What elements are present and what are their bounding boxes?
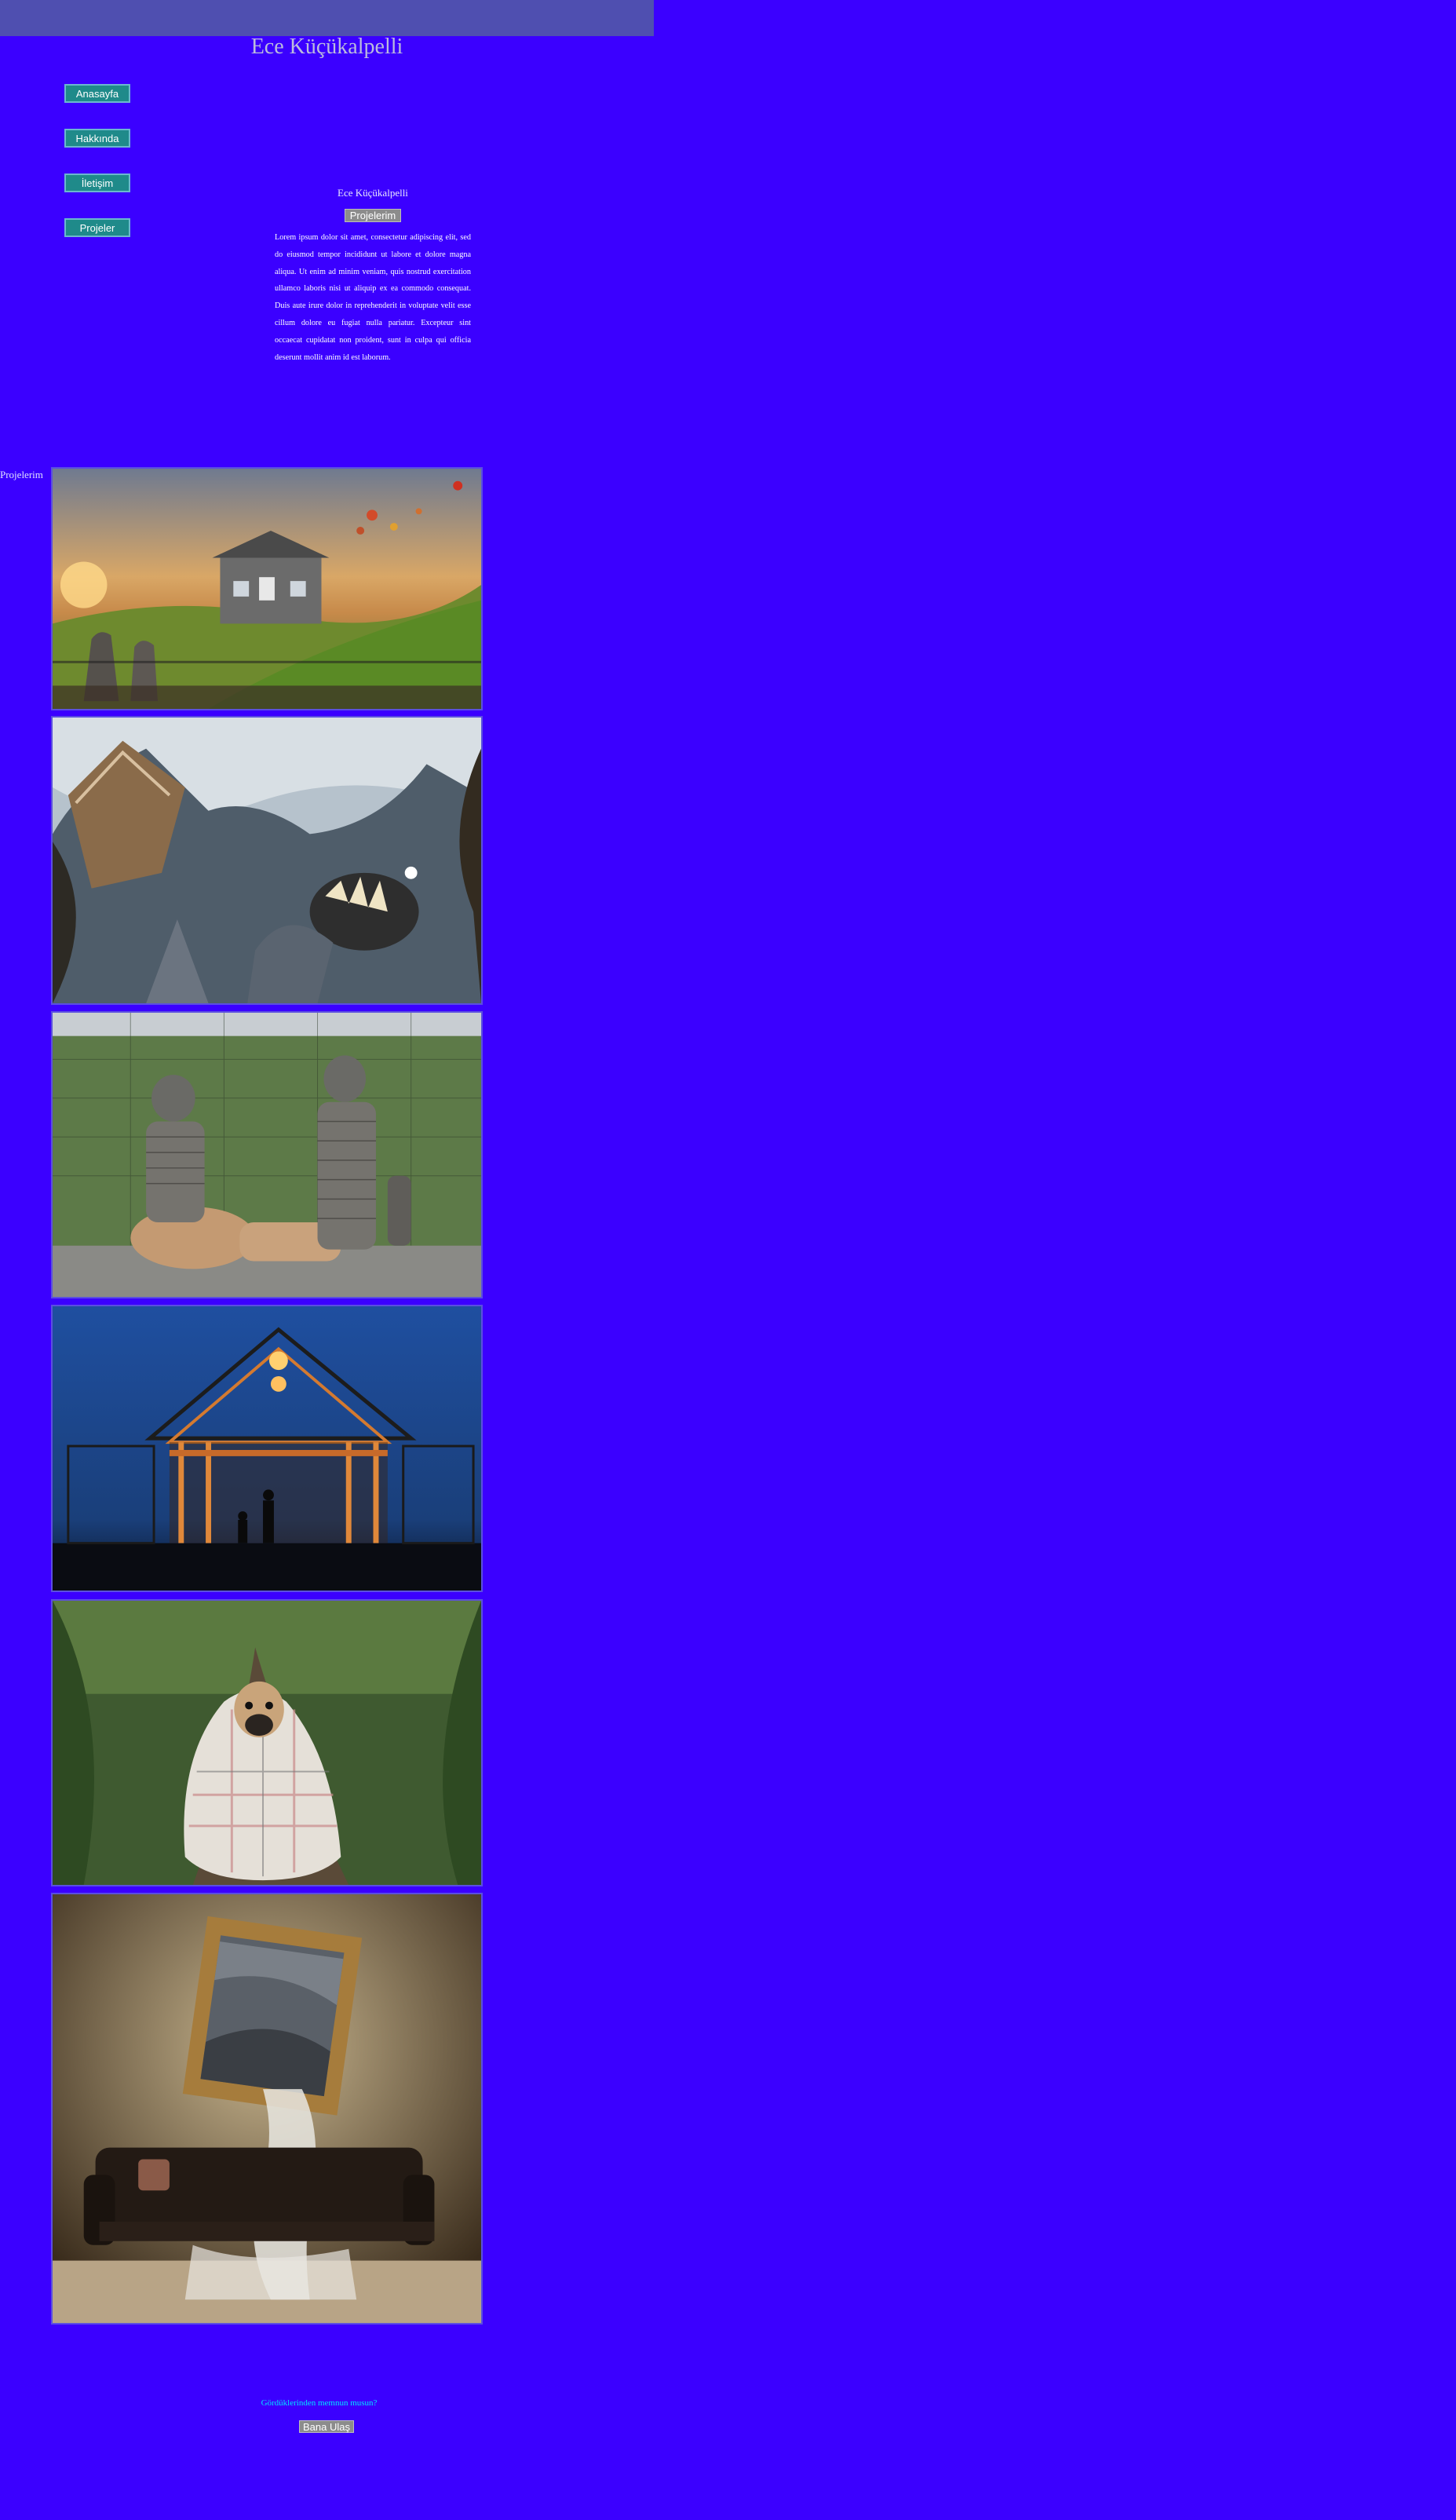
project-image-statues xyxy=(51,1011,483,1298)
projects-label: Projelerim xyxy=(0,469,43,480)
nav-button-iletisim[interactable]: İletişim xyxy=(64,173,130,192)
nav-button-anasayfa[interactable]: Anasayfa xyxy=(64,84,130,103)
top-bar xyxy=(0,0,654,36)
cta-text: Gördüklerinden memnun musun? xyxy=(261,2398,378,2408)
nav-button-hakkinda[interactable]: Hakkında xyxy=(64,129,130,148)
project-image-pug-blanket xyxy=(51,1599,483,1886)
about-text: Lorem ipsum dolor sit amet, consectetur … xyxy=(275,233,471,362)
project-image-house-balloons xyxy=(51,467,483,710)
contact-button[interactable]: Bana Ulaş xyxy=(299,2420,354,2433)
projects-button[interactable]: Projelerim xyxy=(345,209,401,222)
project-image-house-frame xyxy=(51,1305,483,1592)
about-name: Ece Küçükalpelli xyxy=(338,187,408,199)
project-image-waterfall-frame xyxy=(51,1893,483,2325)
site-title: Ece Küçükalpelli xyxy=(250,35,403,59)
nav-button-projeler[interactable]: Projeler xyxy=(64,218,130,237)
project-image-crazy-house xyxy=(51,716,483,1005)
